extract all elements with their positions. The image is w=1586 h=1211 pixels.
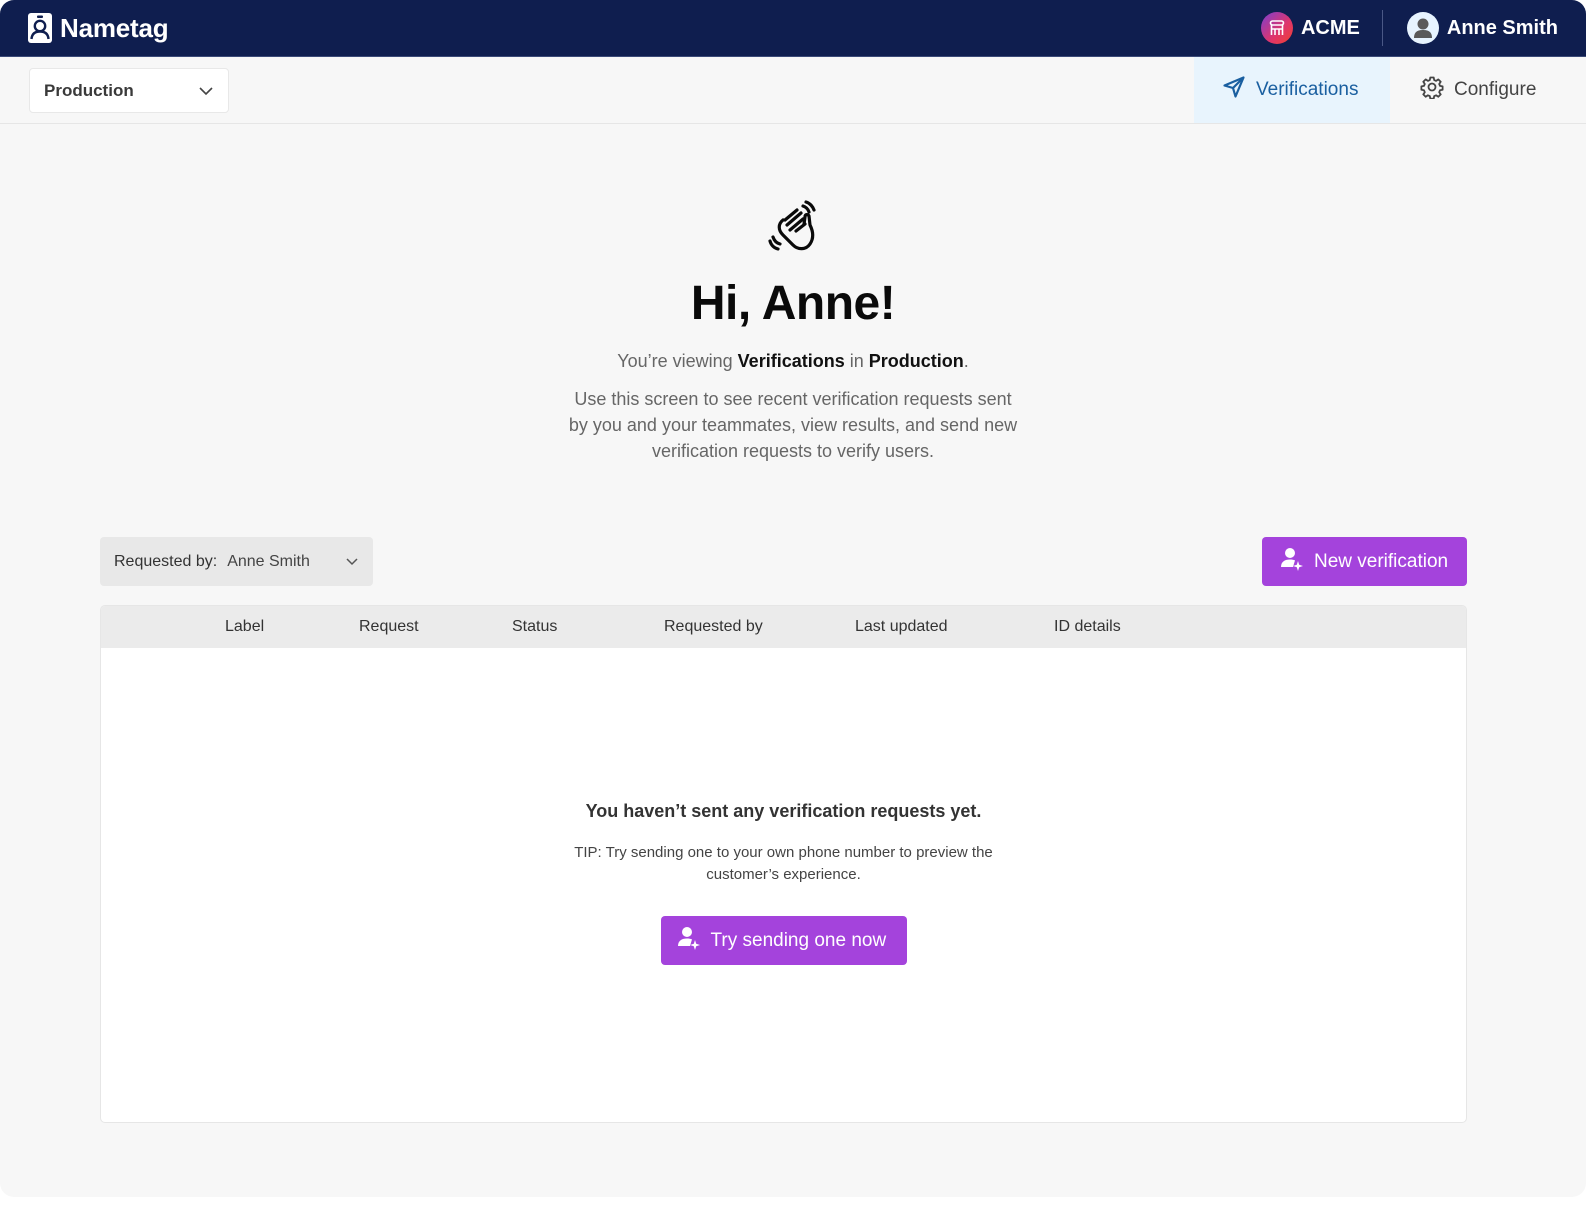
- tab-verifications[interactable]: Verifications: [1194, 57, 1390, 123]
- viewing-suffix: .: [963, 351, 969, 371]
- app-name: Nametag: [60, 12, 169, 43]
- new-verification-label: New verification: [1314, 550, 1449, 572]
- verifications-table: Label Request Status Requested by Last u…: [100, 605, 1467, 1123]
- try-sending-button[interactable]: Try sending one now: [660, 916, 907, 965]
- tab-configure[interactable]: Configure: [1390, 57, 1586, 123]
- column-header-label[interactable]: Label: [225, 606, 264, 648]
- new-verification-button[interactable]: New verification: [1262, 537, 1467, 586]
- column-header-status[interactable]: Status: [512, 606, 557, 648]
- gear-icon: [1420, 75, 1444, 105]
- try-sending-label: Try sending one now: [710, 929, 887, 951]
- chevron-down-icon: [198, 81, 214, 101]
- add-user-sparkle-icon: [1280, 546, 1304, 578]
- column-header-id-details[interactable]: ID details: [1054, 606, 1121, 648]
- waving-hand-icon: [763, 198, 823, 258]
- empty-state-tip: TIP: Try sending one to your own phone n…: [574, 844, 993, 883]
- main-nav: Verifications Configure: [1194, 57, 1586, 123]
- org-name: ACME: [1300, 16, 1360, 39]
- column-header-requested-by[interactable]: Requested by: [664, 606, 763, 648]
- viewing-env: Production: [868, 351, 964, 371]
- environment-select-value: Production: [44, 80, 134, 100]
- filter-value: Anne Smith: [227, 552, 310, 570]
- filter-label: Requested by:: [114, 552, 218, 570]
- sub-header: Production Verifications Configure: [0, 57, 1586, 124]
- requested-by-filter[interactable]: Requested by: Anne Smith: [100, 537, 373, 586]
- welcome-section: Hi, Anne! You’re viewing Verifications i…: [0, 198, 1586, 464]
- app-logo[interactable]: Nametag: [28, 12, 169, 44]
- page-description: Use this screen to see recent verificati…: [568, 389, 1018, 461]
- table-header: Label Request Status Requested by Last u…: [101, 606, 1466, 648]
- viewing-context: You’re viewing Verifications in Producti…: [0, 351, 1586, 372]
- column-header-request[interactable]: Request: [359, 606, 419, 648]
- storefront-icon: [1260, 12, 1293, 44]
- org-switcher[interactable]: ACME: [1260, 12, 1382, 44]
- environment-select[interactable]: Production: [29, 68, 229, 113]
- greeting-heading: Hi, Anne!: [690, 277, 896, 330]
- app-window: Nametag ACME Anne Smith Production Verif…: [0, 0, 1586, 1197]
- column-header-last-updated[interactable]: Last updated: [855, 606, 948, 648]
- tab-configure-label: Configure: [1454, 79, 1537, 100]
- viewing-prefix: You’re viewing: [617, 351, 738, 371]
- viewing-middle: in: [844, 351, 869, 371]
- top-header: Nametag ACME Anne Smith: [0, 0, 1586, 57]
- paper-plane-icon: [1222, 75, 1246, 105]
- table-controls: Requested by: Anne Smith New verificatio…: [100, 537, 1467, 586]
- empty-state-title: You haven’t sent any verification reques…: [585, 801, 982, 821]
- user-menu[interactable]: Anne Smith: [1383, 12, 1558, 44]
- add-user-sparkle-icon: [677, 925, 701, 957]
- chevron-down-icon: [345, 553, 359, 571]
- tab-verifications-label: Verifications: [1256, 79, 1359, 100]
- empty-state: You haven’t sent any verification reques…: [101, 801, 1466, 965]
- user-name: Anne Smith: [1446, 16, 1558, 39]
- viewing-section: Verifications: [737, 351, 845, 371]
- nametag-logo-icon: [28, 13, 52, 43]
- user-avatar-icon: [1406, 12, 1439, 44]
